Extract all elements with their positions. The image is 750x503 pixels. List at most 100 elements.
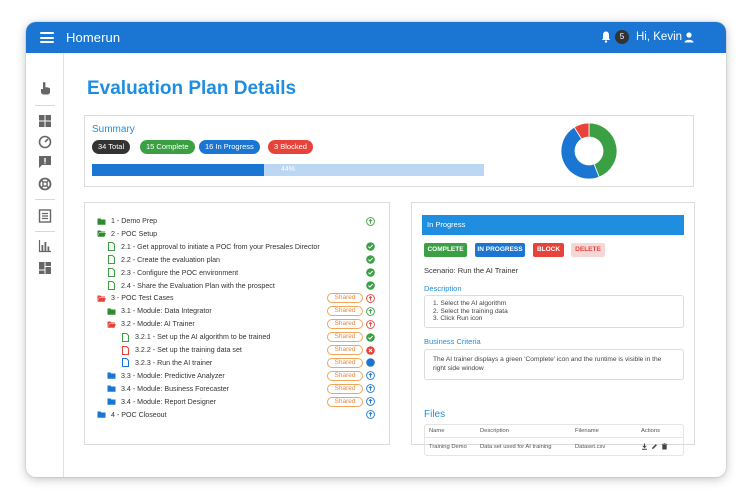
in-progress-button[interactable]: IN PROGRESS bbox=[475, 243, 525, 257]
file-name-cell: Training Demo bbox=[429, 444, 467, 450]
status-donut-chart bbox=[560, 122, 618, 180]
status-up-arrow-icon bbox=[366, 294, 375, 303]
tree-row[interactable]: 2.2 - Create the evaluation plan bbox=[107, 254, 220, 266]
tree-row[interactable]: 3.2.3 - Run the AI trainer bbox=[121, 357, 212, 369]
shared-badge: Shared bbox=[327, 357, 363, 368]
tree-row[interactable]: 3.4 - Module: Business Forecaster bbox=[107, 383, 229, 395]
file-filename-cell[interactable]: Dataset.csv bbox=[575, 444, 605, 450]
tree-row[interactable]: 2 - POC Setup bbox=[97, 228, 157, 240]
folder-open-icon bbox=[97, 230, 106, 238]
tree-row[interactable]: 1 - Demo Prep bbox=[97, 215, 157, 227]
folder-open-icon bbox=[107, 321, 116, 328]
shared-badge: Shared bbox=[327, 306, 363, 317]
delete-icon[interactable] bbox=[661, 443, 668, 450]
progress-bar: 44% bbox=[92, 164, 484, 176]
tree-row-label: 3.3 - Module: Predictive Analyzer bbox=[121, 371, 225, 380]
user-greeting[interactable]: Hi, Kevin bbox=[636, 31, 682, 43]
bar-chart-icon[interactable] bbox=[38, 239, 52, 253]
folder-icon bbox=[97, 218, 106, 225]
status-up-arrow-icon bbox=[366, 306, 375, 316]
speed-icon[interactable] bbox=[38, 135, 52, 149]
files-title: Files bbox=[424, 409, 446, 420]
user-icon[interactable] bbox=[684, 32, 694, 43]
tree-row-label: 3.2.3 - Run the AI trainer bbox=[135, 358, 213, 367]
in-progress-pill[interactable]: 16 In Progress bbox=[199, 140, 260, 154]
shared-badge: Shared bbox=[327, 319, 363, 330]
shared-badge: Shared bbox=[327, 370, 363, 381]
tree-row-label: 2.4 - Share the Evaluation Plan with the… bbox=[121, 281, 275, 290]
tree-row[interactable]: 3 - POC Test Cases bbox=[97, 292, 174, 304]
document-icon[interactable] bbox=[38, 209, 52, 223]
tree-row[interactable]: 3.2.2 - Set up the training data set bbox=[121, 344, 242, 356]
download-icon[interactable] bbox=[641, 443, 648, 450]
tree-row[interactable]: 3.2.1 - Set up the AI algorithm to be tr… bbox=[121, 331, 270, 343]
notification-badge[interactable]: 5 bbox=[615, 30, 629, 44]
description-line: 1. Select the AI algorithm bbox=[433, 300, 507, 307]
tree-row-label: 4 - POC Closeout bbox=[111, 410, 167, 419]
description-label: Description bbox=[424, 284, 462, 293]
status-check-icon bbox=[366, 281, 375, 290]
tree-row-label: 3.2.2 - Set up the training data set bbox=[135, 346, 242, 354]
dashboard-icon[interactable] bbox=[38, 114, 52, 128]
tree-row[interactable]: 4 - POC Closeout bbox=[97, 409, 167, 421]
test-case-tree: 1 - Demo Prep 2 - POC Setup 2.1 - Get appr… bbox=[84, 202, 390, 445]
description-line: 3. Click Run icon bbox=[433, 315, 483, 323]
tree-row-label: 3.2.1 - Set up the AI algorithm to be tr… bbox=[135, 333, 271, 342]
shared-badge: Shared bbox=[327, 345, 363, 355]
tree-row[interactable]: 3.4 - Module: Report Designer bbox=[107, 396, 216, 408]
file-icon bbox=[108, 268, 115, 278]
file-icon bbox=[108, 255, 115, 265]
widgets-icon[interactable] bbox=[38, 261, 52, 275]
shared-badge: Shared bbox=[327, 332, 363, 343]
tree-row[interactable]: 2.3 - Configure the POC environment bbox=[107, 267, 238, 279]
bell-icon[interactable] bbox=[601, 31, 611, 43]
status-check-icon bbox=[366, 255, 375, 264]
summary-card: Summary 34 Total 15 Complete 16 In Progr… bbox=[84, 115, 694, 187]
business-criteria-text: The AI trainer displays a green 'Complet… bbox=[433, 356, 662, 372]
tree-row[interactable]: 3.2 - Module: AI Trainer bbox=[107, 318, 195, 330]
complete-pill[interactable]: 15 Complete bbox=[140, 140, 195, 154]
file-icon bbox=[122, 345, 129, 355]
shared-badge: Shared bbox=[327, 293, 363, 304]
tree-row-label: 3.1 - Module: Data Integrator bbox=[121, 307, 212, 316]
status-cross-icon bbox=[366, 345, 375, 355]
edit-icon[interactable] bbox=[651, 443, 658, 450]
business-criteria-label: Business Criteria bbox=[424, 337, 481, 346]
description-box: 1. Select the AI algorithm 2. Select the… bbox=[424, 295, 684, 328]
tree-row-label: 3.4 - Module: Report Designer bbox=[121, 397, 217, 406]
total-pill[interactable]: 34 Total bbox=[92, 140, 131, 154]
block-button[interactable]: BLOCK bbox=[533, 243, 564, 257]
file-icon bbox=[122, 358, 129, 368]
tree-row-label: 2.1 - Get approval to initiate a POC fro… bbox=[121, 242, 320, 251]
status-up-arrow-icon bbox=[366, 319, 375, 329]
progress-label: 44% bbox=[280, 166, 295, 173]
tree-row[interactable]: 3.3 - Module: Predictive Analyzer bbox=[107, 370, 225, 382]
tree-row[interactable]: 3.1 - Module: Data Integrator bbox=[107, 305, 212, 317]
status-check-icon bbox=[366, 242, 375, 252]
status-dot-icon bbox=[366, 358, 375, 368]
feedback-icon[interactable] bbox=[38, 155, 52, 169]
app-window: Homerun 5 Hi, Kevin Evaluation Plan Deta… bbox=[26, 22, 726, 477]
files-table: Name Description Filename Actions Traini… bbox=[424, 424, 684, 456]
shared-badge: Shared bbox=[327, 383, 363, 394]
complete-button[interactable]: COMPLETE bbox=[424, 243, 467, 257]
status-up-arrow-icon bbox=[366, 216, 375, 226]
folder-icon bbox=[107, 398, 116, 405]
delete-button[interactable]: DELETE bbox=[571, 243, 605, 257]
summary-label: Summary bbox=[92, 124, 135, 135]
touch-icon[interactable] bbox=[38, 81, 52, 95]
status-up-arrow-icon bbox=[366, 384, 375, 394]
app-bar: Homerun 5 Hi, Kevin bbox=[26, 22, 726, 53]
menu-icon[interactable] bbox=[40, 32, 54, 43]
file-icon bbox=[108, 242, 115, 252]
tree-row-label: 3.2 - Module: AI Trainer bbox=[121, 320, 195, 329]
file-icon bbox=[108, 281, 115, 290]
tree-row[interactable]: 2.4 - Share the Evaluation Plan with the… bbox=[107, 280, 275, 292]
files-header-actions: Actions bbox=[641, 428, 661, 434]
detail-status-header: In Progress bbox=[422, 215, 684, 235]
blocked-pill[interactable]: 3 Blocked bbox=[268, 140, 313, 154]
tree-row[interactable]: 2.1 - Get approval to initiate a POC fro… bbox=[107, 241, 320, 253]
tree-row-label: 2 - POC Setup bbox=[111, 229, 158, 238]
business-criteria-box: The AI trainer displays a green 'Complet… bbox=[424, 349, 684, 380]
lifebuoy-icon[interactable] bbox=[38, 177, 52, 191]
